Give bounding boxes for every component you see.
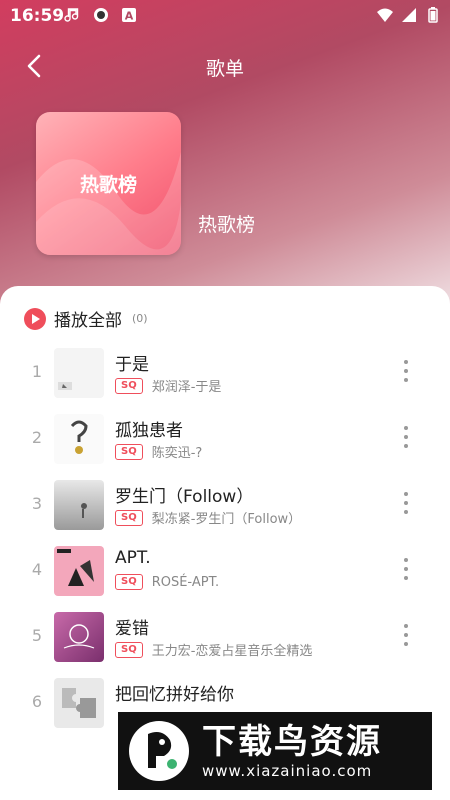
song-index: 3 [31, 494, 43, 513]
status-bar: 16:59 A [0, 0, 450, 32]
music-note-icon [64, 8, 79, 22]
watermark-url: www.xiazainiao.com [202, 762, 373, 780]
song-title: 于是 [115, 355, 149, 375]
watermark-banner: 下载鸟资源 www.xiazainiao.com [118, 712, 432, 790]
song-title: 把回忆拼好给你 [115, 685, 234, 705]
song-subtitle: 郑润泽-于是 [151, 380, 222, 395]
sq-badge: SQ [115, 641, 143, 658]
song-index: 4 [31, 560, 43, 579]
song-index: 6 [31, 692, 43, 711]
more-options-icon[interactable] [398, 622, 414, 648]
play-circle-icon [24, 307, 46, 330]
play-all-count: (0) [132, 312, 148, 325]
battery-icon [428, 7, 438, 23]
svg-text:A: A [125, 10, 134, 23]
song-row[interactable]: 3 罗生门（Follow） SQ 梨冻紧-罗生门（Follow） [0, 472, 450, 538]
album-thumbnail [54, 612, 104, 662]
song-index: 1 [31, 362, 43, 381]
album-thumbnail [54, 414, 104, 464]
playlist-cover[interactable]: 热歌榜 [36, 112, 181, 255]
song-subtitle: 陈奕迅-? [151, 446, 203, 461]
app-header: 歌单 [0, 44, 450, 88]
song-subtitle: 梨冻紧-罗生门（Follow） [151, 512, 302, 527]
song-subtitle: 王力宏-恋爱占星音乐全精选 [151, 644, 313, 659]
song-title: 孤独患者 [115, 421, 183, 441]
more-options-icon[interactable] [398, 490, 414, 516]
song-index: 5 [31, 626, 43, 645]
playlist-name: 热歌榜 [198, 214, 256, 236]
sq-badge: SQ [115, 377, 143, 394]
song-row[interactable]: 1 于是 SQ 郑润泽-于是 [0, 340, 450, 406]
bird-logo-icon [126, 718, 192, 784]
song-row[interactable]: 2 孤独患者 SQ 陈奕迅-? [0, 406, 450, 472]
album-thumbnail [54, 348, 104, 398]
more-options-icon[interactable] [398, 556, 414, 582]
song-list: 1 于是 SQ 郑润泽-于是 2 孤独患者 SQ 陈奕迅-? 3 罗生门（Fol… [0, 340, 450, 736]
song-title: APT. [115, 548, 151, 568]
play-all-button[interactable]: 播放全部 (0) [24, 306, 148, 331]
song-title: 爱错 [115, 619, 149, 639]
song-subtitle: ROSÉ-APT. [151, 574, 220, 590]
album-thumbnail [54, 546, 104, 596]
wifi-icon [377, 8, 393, 22]
play-all-label: 播放全部 [54, 311, 122, 331]
sq-badge: SQ [115, 509, 143, 526]
song-row[interactable]: 5 爱错 SQ 王力宏-恋爱占星音乐全精选 [0, 604, 450, 670]
a-badge-icon: A [122, 8, 136, 23]
song-title: 罗生门（Follow） [115, 487, 254, 507]
sq-badge: SQ [115, 443, 143, 460]
watermark-title: 下载鸟资源 [202, 722, 382, 762]
record-icon [94, 8, 108, 22]
status-time: 16:59 [10, 6, 65, 26]
more-options-icon[interactable] [398, 358, 414, 384]
sq-badge: SQ [115, 574, 143, 590]
album-thumbnail [54, 678, 104, 728]
cover-text: 热歌榜 [79, 174, 137, 196]
album-thumbnail [54, 480, 104, 530]
song-row[interactable]: 4 APT. SQ ROSÉ-APT. [0, 538, 450, 604]
signal-icon [402, 8, 416, 22]
page-title: 歌单 [205, 58, 244, 80]
song-index: 2 [31, 428, 43, 447]
more-options-icon[interactable] [398, 424, 414, 450]
